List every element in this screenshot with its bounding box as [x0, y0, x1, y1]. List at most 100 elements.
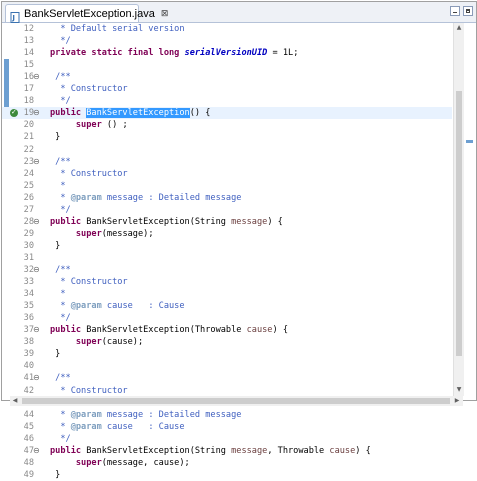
- code-token: cause: [246, 325, 273, 336]
- code-line[interactable]: 20 super () ;: [2, 119, 452, 131]
- fold-collapse-icon[interactable]: ⊖: [33, 107, 42, 119]
- code-token: @param: [70, 409, 102, 420]
- tab-close-icon[interactable]: ⊠: [161, 9, 169, 19]
- code-text: * @param cause : Cause: [50, 421, 184, 433]
- code-line[interactable]: 39 }: [2, 348, 452, 360]
- scroll-down-icon[interactable]: ▼: [455, 386, 463, 394]
- code-line[interactable]: 38 super(cause);: [2, 336, 452, 348]
- maximize-icon[interactable]: [463, 6, 473, 16]
- code-line[interactable]: 15: [2, 59, 452, 71]
- editor-tab[interactable]: J BankServletException.java ⊠: [5, 4, 168, 23]
- code-text: super(message);: [50, 228, 154, 240]
- code-editor[interactable]: 12 * Default serial version 13 */14 privat…: [2, 23, 476, 480]
- window-controls: [450, 6, 473, 16]
- code-token: private static final long: [50, 48, 185, 59]
- code-text: * @param message : Detailed message: [50, 192, 241, 204]
- code-line[interactable]: 26 * @param message : Detailed message: [2, 192, 452, 204]
- code-line[interactable]: 35 * @param cause : Cause: [2, 300, 452, 312]
- fold-collapse-icon[interactable]: ⊖: [33, 156, 42, 168]
- code-line[interactable]: 36 */: [2, 312, 452, 324]
- horizontal-scrollbar[interactable]: ◀ ▶: [10, 396, 463, 406]
- minimize-icon[interactable]: [450, 6, 460, 16]
- line-number: 30: [23, 240, 34, 251]
- code-token: public: [50, 325, 87, 336]
- horizontal-scroll-thumb[interactable]: [22, 398, 450, 404]
- fold-collapse-icon[interactable]: ⊖: [33, 264, 42, 276]
- code-line[interactable]: 47 ⊖ public BankServletException(String me…: [2, 445, 452, 457]
- code-line[interactable]: 23 ⊖ /**: [2, 156, 452, 168]
- fold-collapse-icon[interactable]: ⊖: [33, 324, 42, 336]
- line-number: 37: [23, 325, 34, 336]
- code-token: *: [50, 409, 71, 420]
- scroll-left-icon[interactable]: ◀: [11, 397, 19, 405]
- code-line[interactable]: 37 ⊖ public BankServletException(Throwable…: [2, 324, 452, 336]
- code-line[interactable]: 32 ⊖ /**: [2, 264, 452, 276]
- code-line[interactable]: 12 * Default serial version: [2, 23, 452, 35]
- line-number: 48: [23, 457, 34, 468]
- code-text: * Constructor: [50, 83, 128, 95]
- code-text: super(cause);: [50, 336, 143, 348]
- code-token: message : Detailed message: [101, 409, 242, 420]
- code-line[interactable]: 24 * Constructor: [2, 168, 452, 180]
- code-line[interactable]: 13 */: [2, 35, 452, 47]
- code-line[interactable]: 40: [2, 360, 452, 372]
- code-line[interactable]: 28 ⊖ public BankServletException(String me…: [2, 216, 452, 228]
- code-line[interactable]: 30 }: [2, 240, 452, 252]
- vertical-scroll-thumb[interactable]: [456, 91, 462, 356]
- scroll-up-icon[interactable]: ▲: [455, 24, 463, 32]
- tab-title: BankServletException.java: [24, 7, 155, 20]
- code-line[interactable]: 22: [2, 144, 452, 156]
- code-line[interactable]: 14 private static final long serialVersio…: [2, 47, 452, 59]
- code-line[interactable]: 48 super(message, cause);: [2, 457, 452, 469]
- line-number: 14: [23, 48, 34, 59]
- code-token: (message, cause);: [101, 457, 190, 468]
- code-text: */: [50, 204, 70, 216]
- overview-ruler[interactable]: [464, 23, 476, 396]
- code-text: super(message, cause);: [50, 457, 190, 469]
- code-text: public BankServletException(String messa…: [50, 216, 283, 228]
- code-line[interactable]: 19⊖ public BankServletException() {: [2, 106, 452, 120]
- fold-collapse-icon[interactable]: ⊖: [33, 71, 42, 83]
- code-line[interactable]: 25 *: [2, 180, 452, 192]
- code-line[interactable]: 33 * Constructor: [2, 276, 452, 288]
- code-token: () ;: [101, 120, 128, 131]
- code-line[interactable]: 16 ⊖ /**: [2, 71, 452, 83]
- line-number: 38: [23, 337, 34, 348]
- code-token: @param: [70, 192, 102, 203]
- code-line[interactable]: 45 * @param cause : Cause: [2, 421, 452, 433]
- line-number: 34: [23, 289, 34, 300]
- code-line[interactable]: 41 ⊖ /**: [2, 372, 452, 384]
- code-line[interactable]: 27 */: [2, 204, 452, 216]
- line-number: 40: [23, 361, 34, 372]
- code-token: (cause);: [101, 337, 144, 348]
- code-line[interactable]: 34 *: [2, 288, 452, 300]
- code-token: * Constructor: [50, 84, 128, 95]
- code-text: public BankServletException(String messa…: [50, 445, 371, 457]
- line-number: 19: [23, 108, 34, 119]
- code-text: *: [50, 180, 66, 192]
- code-line[interactable]: 21 }: [2, 131, 452, 143]
- code-line[interactable]: 46 */: [2, 433, 452, 445]
- code-line[interactable]: 49 }: [2, 469, 452, 481]
- override-marker-icon[interactable]: [10, 106, 18, 118]
- code-token: message: [231, 216, 268, 227]
- code-token: super: [50, 228, 102, 239]
- code-line[interactable]: 18 */: [2, 95, 452, 107]
- overview-marker[interactable]: [466, 140, 473, 143]
- scroll-right-icon[interactable]: ▶: [453, 397, 461, 405]
- code-line[interactable]: 44 * @param message : Detailed message: [2, 409, 452, 421]
- code-line[interactable]: 17 * Constructor: [2, 83, 452, 95]
- fold-collapse-icon[interactable]: ⊖: [33, 216, 42, 228]
- fold-collapse-icon[interactable]: ⊖: [33, 372, 42, 384]
- code-token: * Constructor: [50, 385, 128, 396]
- code-line[interactable]: 29 super(message);: [2, 228, 452, 240]
- fold-collapse-icon[interactable]: ⊖: [33, 445, 42, 457]
- code-token: *: [50, 180, 66, 191]
- code-line[interactable]: 31: [2, 252, 452, 264]
- code-line[interactable]: 42 * Constructor: [2, 385, 452, 397]
- editor-tab-bar: J BankServletException.java ⊠: [2, 2, 476, 23]
- vertical-scrollbar[interactable]: ▲ ▼: [453, 23, 464, 396]
- code-text: public BankServletException(Throwable ca…: [50, 324, 288, 336]
- code-token: BankServletException(String: [86, 445, 232, 456]
- line-number: 26: [23, 192, 34, 203]
